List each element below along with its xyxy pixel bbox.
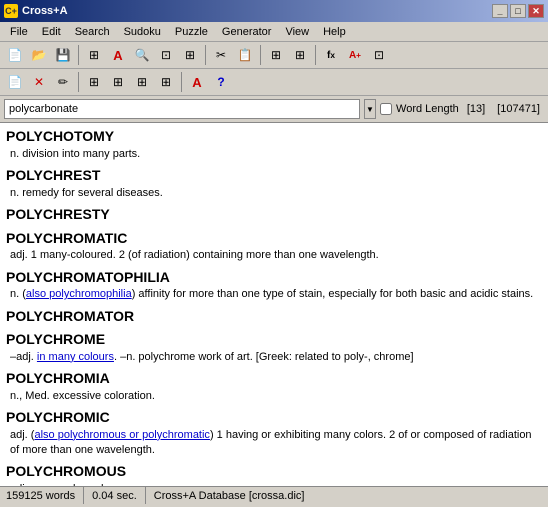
word-length-checkbox[interactable] [380,103,392,115]
menu-edit[interactable]: Edit [36,24,67,40]
entry-definition: adj. 1 many-coloured. 2 (of radiation) c… [6,248,542,263]
entry-word: POLYCHROMATOPHILIA [6,268,542,288]
status-database: Cross+A Database [crossa.dic] [146,487,313,504]
grid-button5[interactable]: ⊞ [289,44,311,66]
minimize-button[interactable]: _ [492,4,508,18]
table4-button[interactable]: ⊞ [155,71,177,93]
entry-word: POLYCHROMATOR [6,307,542,327]
entry-definition: –adj. in many colours. –n. polychrome wo… [6,350,542,365]
entry-word: POLYCHOTOMY [6,127,542,147]
edit-button[interactable]: ✏ [52,71,74,93]
sep3 [260,45,261,65]
title-bar-left: C+ Cross+A [4,4,68,18]
menu-sudoku[interactable]: Sudoku [118,24,167,40]
table1-button[interactable]: ⊞ [83,71,105,93]
sep6 [181,72,182,92]
cut-button[interactable]: ✂ [210,44,232,66]
toolbar-row1: 📄 📂 💾 ⊞ A 🔍 ⊡ ⊞ ✂ 📋 ⊞ ⊞ fx A+ ⊡ [0,42,548,69]
entry-definition: adj. many-coloured. [6,482,542,486]
copy-button[interactable]: 📋 [234,44,256,66]
app-title: Cross+A [22,5,68,17]
menu-puzzle[interactable]: Puzzle [169,24,214,40]
menu-help[interactable]: Help [317,24,352,40]
entry-definition: n. remedy for several diseases. [6,186,542,201]
sep4 [315,45,316,65]
status-word-count: 159125 words [6,487,84,504]
help-button[interactable]: ? [210,71,232,93]
grid-button2[interactable]: ⊡ [155,44,177,66]
sep2 [205,45,206,65]
open-button[interactable]: 📂 [28,44,50,66]
sep1 [78,45,79,65]
entry-word: POLYCHROMATIC [6,229,542,249]
search-bar: ▼ Word Length [13] [107471] [0,96,548,123]
app-icon: C+ [4,4,18,18]
close-button[interactable]: ✕ [528,4,544,18]
fontplus-button[interactable]: A+ [344,44,366,66]
sep5 [78,72,79,92]
entry-word: POLYCHROME [6,330,542,350]
word-length-label: Word Length [396,103,459,115]
word-length-value: [13] [463,103,489,115]
content-scroll[interactable]: POLYCHOTOMYn. division into many parts. P… [0,123,548,486]
new2-button[interactable]: 📄 [4,71,26,93]
menu-generator[interactable]: Generator [216,24,278,40]
entry-definition: n. (also polychromophilia) affinity for … [6,287,542,302]
app-icon-text: C+ [5,6,17,16]
table2-button[interactable]: ⊞ [107,71,129,93]
save-button[interactable]: 💾 [52,44,74,66]
title-bar: C+ Cross+A _ □ ✕ [0,0,548,22]
misc-button[interactable]: ⊡ [368,44,390,66]
menu-bar: File Edit Search Sudoku Puzzle Generator… [0,22,548,42]
formula-button[interactable]: fx [320,44,342,66]
table3-button[interactable]: ⊞ [131,71,153,93]
entry-definition: n. division into many parts. [6,147,542,162]
spell-button[interactable]: A [186,71,208,93]
new-button[interactable]: 📄 [4,44,26,66]
entry-definition: adj. (also polychromous or polychromatic… [6,428,542,459]
entry-definition: n., Med. excessive coloration. [6,389,542,404]
menu-search[interactable]: Search [69,24,116,40]
delete-button[interactable]: ✕ [28,71,50,93]
entry-word: POLYCHRESTY [6,205,542,225]
find-button[interactable]: 🔍 [131,44,153,66]
grid-button1[interactable]: ⊞ [83,44,105,66]
search-input[interactable] [4,99,360,119]
entry-word: POLYCHROMIA [6,369,542,389]
grid-button3[interactable]: ⊞ [179,44,201,66]
font-button[interactable]: A [107,44,129,66]
result-count: [107471] [493,103,544,115]
entry-word: POLYCHREST [6,166,542,186]
content-area: POLYCHOTOMYn. division into many parts. P… [0,123,548,486]
entry-word: POLYCHROMIC [6,408,542,428]
status-bar: 159125 words 0.04 sec. Cross+A Database … [0,486,548,504]
menu-file[interactable]: File [4,24,34,40]
toolbar-row2: 📄 ✕ ✏ ⊞ ⊞ ⊞ ⊞ A ? [0,69,548,96]
entry-word: POLYCHROMOUS [6,462,542,482]
title-bar-controls: _ □ ✕ [492,4,544,18]
search-dropdown[interactable]: ▼ [364,99,376,119]
status-time: 0.04 sec. [84,487,146,504]
menu-view[interactable]: View [279,24,315,40]
grid-button4[interactable]: ⊞ [265,44,287,66]
maximize-button[interactable]: □ [510,4,526,18]
